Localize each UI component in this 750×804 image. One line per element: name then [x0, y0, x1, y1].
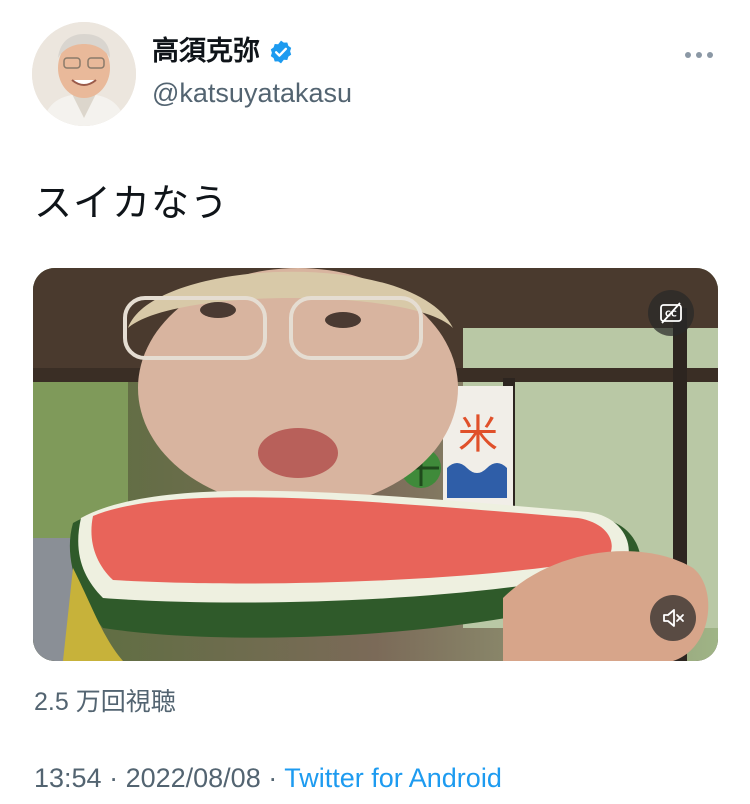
more-horizontal-icon	[685, 52, 691, 58]
volume-muted-icon	[663, 609, 684, 627]
more-dot	[707, 52, 713, 58]
svg-text:米: 米	[458, 412, 498, 458]
tweet-date[interactable]: 2022/08/08	[126, 763, 261, 793]
avatar[interactable]	[32, 22, 136, 126]
user-handle[interactable]: @katsuyatakasu	[152, 78, 352, 109]
captions-button[interactable]: CC	[648, 290, 694, 336]
display-name[interactable]: 高須克弥	[152, 38, 260, 65]
tweet-meta: 13:54 · 2022/08/08 · Twitter for Android	[34, 763, 502, 794]
verified-badge-icon	[270, 40, 292, 63]
more-options-button[interactable]	[682, 40, 716, 70]
meta-separator: ·	[101, 763, 126, 793]
avatar-photo	[32, 22, 136, 126]
captions-off-icon: CC	[660, 302, 682, 324]
video-frame: 米	[33, 268, 718, 661]
view-count: 2.5 万回視聴	[34, 688, 176, 716]
meta-separator: ·	[260, 763, 285, 793]
display-name-row[interactable]: 高須克弥	[152, 38, 294, 65]
more-dot	[696, 52, 702, 58]
tweet-text: スイカなう	[34, 181, 230, 225]
video-player[interactable]: 米 CC	[33, 268, 718, 661]
tweet-time[interactable]: 13:54	[34, 763, 102, 793]
tweet-source-link[interactable]: Twitter for Android	[284, 763, 502, 793]
mute-button[interactable]	[650, 595, 696, 641]
